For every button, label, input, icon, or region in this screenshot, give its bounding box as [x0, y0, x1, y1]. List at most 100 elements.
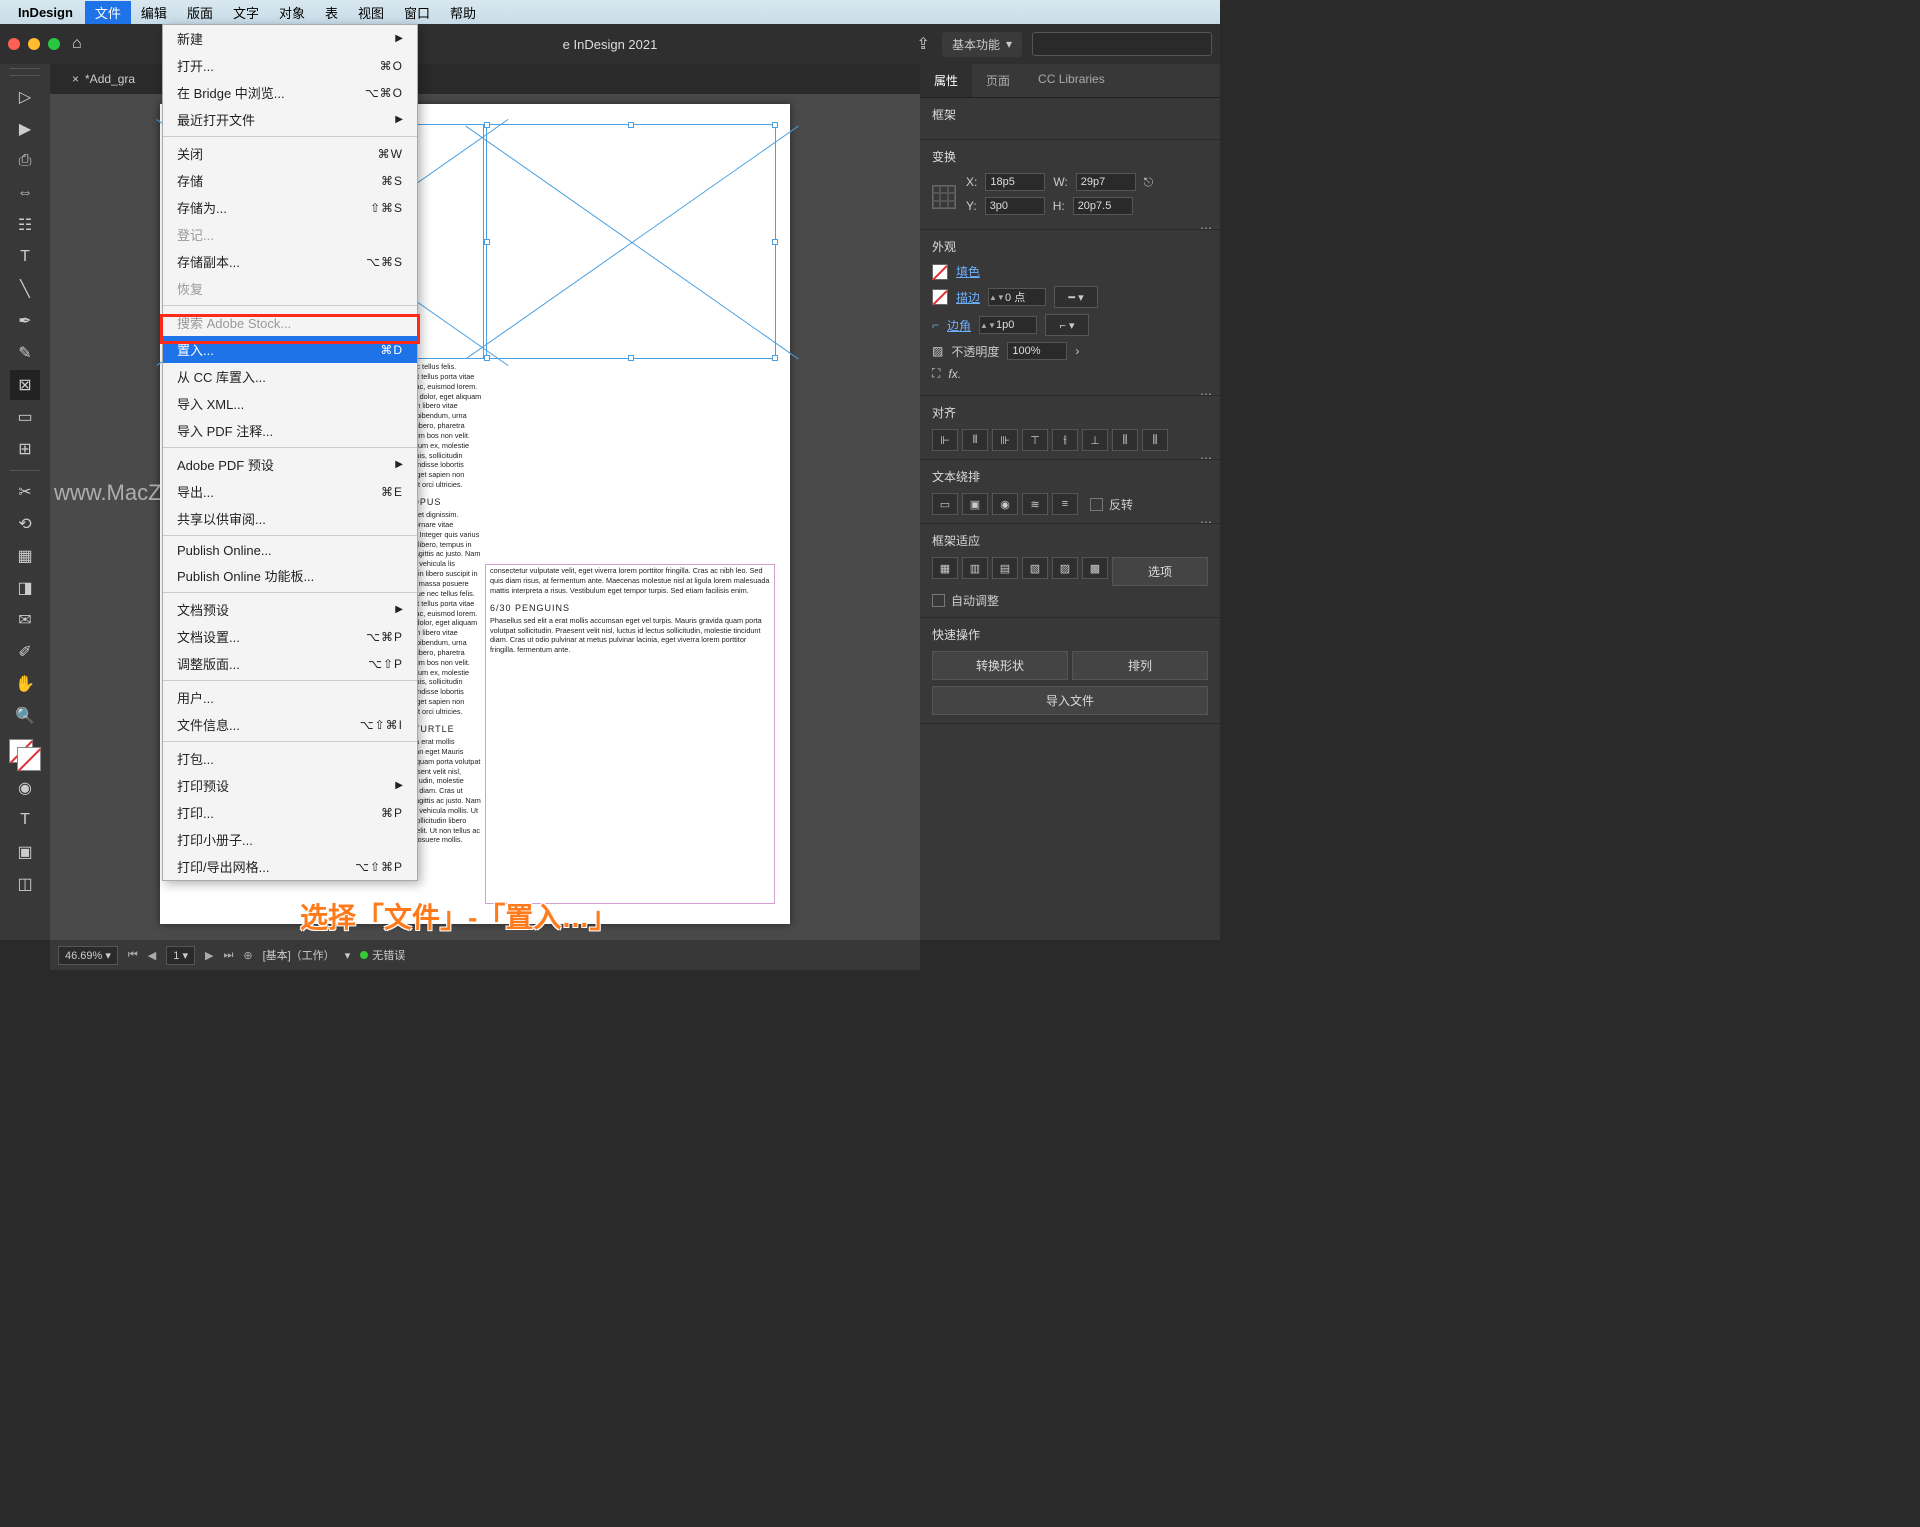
direct-selection-tool[interactable]: ▶	[10, 114, 40, 144]
menu-item[interactable]: 打印/导出网格...⌥⇧⌘P	[163, 853, 417, 880]
open-icon[interactable]: ⊕	[243, 949, 252, 962]
menu-item[interactable]: 最近打开文件▶	[163, 106, 417, 133]
fit-aware-icon[interactable]: ▩	[1082, 557, 1108, 579]
menu-item[interactable]: 从 CC 库置入...	[163, 363, 417, 390]
color-profile[interactable]: [基本]（工作）	[263, 947, 335, 963]
align-right-icon[interactable]: ⊪	[992, 429, 1018, 451]
invert-checkbox[interactable]	[1090, 498, 1103, 511]
page-tool[interactable]: ⎙	[10, 146, 40, 176]
first-page-icon[interactable]: ⏮	[128, 949, 138, 962]
opacity-flyout-icon[interactable]: ›	[1075, 344, 1079, 358]
distribute-v-icon[interactable]: ⫼	[1142, 429, 1168, 451]
menu-help[interactable]: 帮助	[440, 1, 486, 24]
stroke-swatch[interactable]	[932, 289, 948, 305]
fill-label[interactable]: 填色	[956, 263, 980, 280]
gradient-feather-tool[interactable]: ◨	[10, 573, 40, 603]
screen-mode-icon[interactable]: ▣	[10, 837, 40, 867]
fit-options-button[interactable]: 选项	[1112, 557, 1208, 586]
crop-icon[interactable]: ⛶	[932, 366, 940, 381]
menu-item[interactable]: 在 Bridge 中浏览...⌥⌘O	[163, 79, 417, 106]
next-page-icon[interactable]: ▶	[205, 949, 213, 962]
fit-content-icon[interactable]: ▤	[992, 557, 1018, 579]
tab-properties[interactable]: 属性	[920, 64, 972, 97]
format-container-icon[interactable]: T	[10, 805, 40, 835]
corner-radius-input[interactable]: ▲▼	[979, 316, 1037, 334]
last-page-icon[interactable]: ⏭	[223, 949, 233, 962]
menu-item[interactable]: Publish Online...	[163, 539, 417, 562]
home-icon[interactable]: ⌂	[72, 35, 82, 53]
opacity-input[interactable]	[1007, 342, 1067, 360]
fit-frame-icon[interactable]: ▧	[1022, 557, 1048, 579]
search-input[interactable]	[1032, 32, 1212, 56]
align-vcenter-icon[interactable]: ⫲	[1052, 429, 1078, 451]
fill-swatch[interactable]	[932, 264, 948, 280]
menu-item[interactable]: 调整版面...⌥⇧P	[163, 650, 417, 677]
line-tool[interactable]: ╲	[10, 274, 40, 304]
menu-item[interactable]: 打印...⌘P	[163, 799, 417, 826]
gap-tool[interactable]: ⇔	[10, 178, 40, 208]
menu-item[interactable]: 打开...⌘O	[163, 52, 417, 79]
hand-tool[interactable]: ✋	[10, 669, 40, 699]
wrap-jumpcol-icon[interactable]: ≡	[1052, 493, 1078, 515]
share-icon[interactable]: ⇪	[917, 34, 930, 54]
menu-item[interactable]: 用户...	[163, 684, 417, 711]
menu-item[interactable]: 存储副本...⌥⌘S	[163, 248, 417, 275]
apply-color-icon[interactable]: ◉	[10, 773, 40, 803]
note-tool[interactable]: ✉	[10, 605, 40, 635]
menu-file[interactable]: 文件	[85, 1, 131, 24]
menu-item[interactable]: 新建▶	[163, 25, 417, 52]
menu-window[interactable]: 窗口	[394, 1, 440, 24]
tab-close-icon[interactable]: ×	[72, 72, 79, 86]
document-tab[interactable]: × *Add_gra	[62, 68, 145, 90]
corner-icon[interactable]: ⌐	[932, 318, 939, 332]
tab-pages[interactable]: 页面	[972, 64, 1024, 97]
preflight-status[interactable]: 无错误	[372, 950, 405, 962]
tab-cc-libraries[interactable]: CC Libraries	[1024, 64, 1119, 97]
menu-item[interactable]: 关闭⌘W	[163, 140, 417, 167]
minimize-window[interactable]	[28, 38, 40, 50]
menu-item[interactable]: 存储为...⇧⌘S	[163, 194, 417, 221]
reference-point[interactable]	[932, 185, 956, 209]
grid-tool[interactable]: ⊞	[10, 434, 40, 464]
menu-type[interactable]: 文字	[223, 1, 269, 24]
menu-item[interactable]: 置入...⌘D	[163, 336, 417, 363]
menu-item[interactable]: 导入 XML...	[163, 390, 417, 417]
fit-fill-icon[interactable]: ▦	[932, 557, 958, 579]
view-mode-icon[interactable]: ◫	[10, 869, 40, 899]
corner-label[interactable]: 边角	[947, 317, 971, 334]
fit-center-icon[interactable]: ▨	[1052, 557, 1078, 579]
stroke-weight-input[interactable]: ▲▼	[988, 288, 1046, 306]
menu-item[interactable]: 文档设置...⌥⌘P	[163, 623, 417, 650]
h-input[interactable]	[1073, 197, 1133, 215]
zoom-select[interactable]: 46.69% ▾	[58, 946, 118, 965]
image-frame-selected[interactable]	[486, 124, 776, 359]
fill-stroke-swatch[interactable]	[9, 739, 41, 771]
align-left-icon[interactable]: ⊩	[932, 429, 958, 451]
fit-prop-icon[interactable]: ▥	[962, 557, 988, 579]
align-hcenter-icon[interactable]: ⫴	[962, 429, 988, 451]
close-window[interactable]	[8, 38, 20, 50]
panel-grip[interactable]	[10, 68, 40, 76]
page-select[interactable]: 1 ▾	[166, 946, 195, 965]
import-file-button[interactable]: 导入文件	[932, 686, 1208, 715]
workspace-selector[interactable]: 基本功能 ▾	[942, 32, 1022, 57]
selection-tool[interactable]: ▷	[10, 82, 40, 112]
convert-shape-button[interactable]: 转换形状	[932, 651, 1068, 680]
menu-item[interactable]: 打印预设▶	[163, 772, 417, 799]
distribute-h-icon[interactable]: ⫼	[1112, 429, 1138, 451]
maximize-window[interactable]	[48, 38, 60, 50]
menu-item[interactable]: 文档预设▶	[163, 596, 417, 623]
auto-fit-checkbox[interactable]	[932, 594, 945, 607]
align-top-icon[interactable]: ⊤	[1022, 429, 1048, 451]
fx-label[interactable]: fx.	[948, 367, 961, 381]
arrange-button[interactable]: 排列	[1072, 651, 1208, 680]
menu-item[interactable]: 导出...⌘E	[163, 478, 417, 505]
prev-page-icon[interactable]: ◀	[148, 949, 156, 962]
eyedropper-tool[interactable]: ✐	[10, 637, 40, 667]
wrap-jump-icon[interactable]: ≋	[1022, 493, 1048, 515]
menu-item[interactable]: 存储⌘S	[163, 167, 417, 194]
pen-tool[interactable]: ✒	[10, 306, 40, 336]
pencil-tool[interactable]: ✎	[10, 338, 40, 368]
stroke-label[interactable]: 描边	[956, 289, 980, 306]
gradient-swatch-tool[interactable]: ▦	[10, 541, 40, 571]
